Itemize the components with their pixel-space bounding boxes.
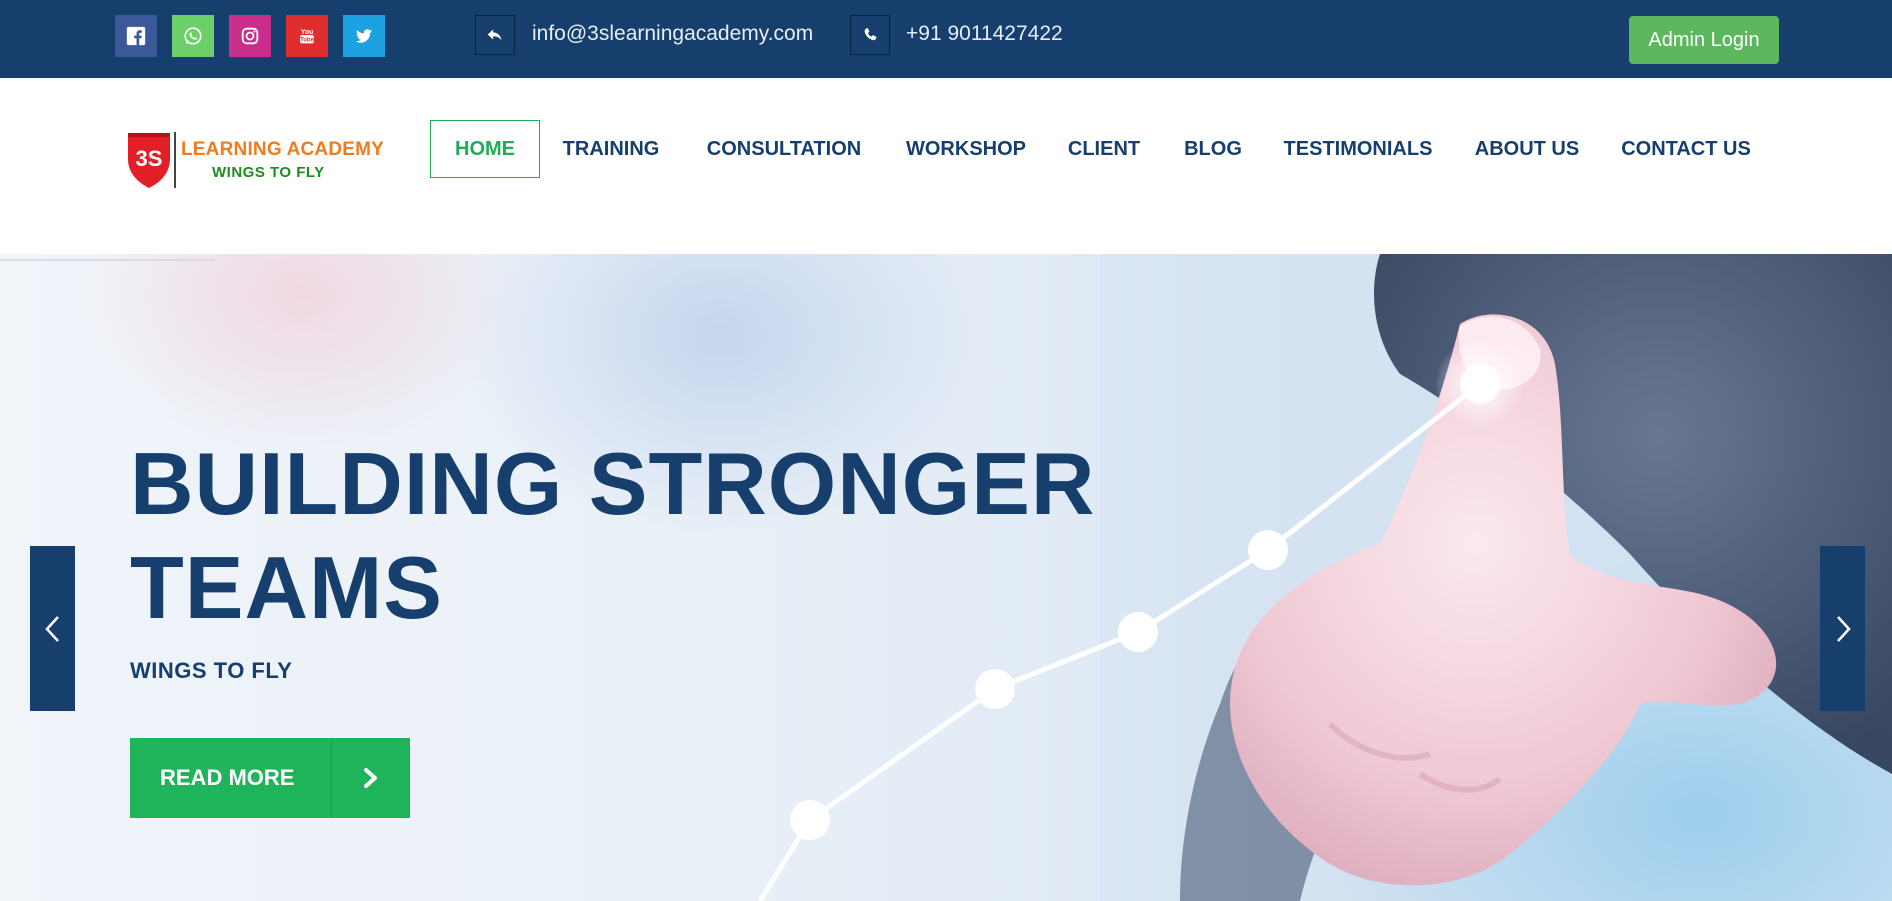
hero-subtitle: WINGS TO FLY: [130, 658, 293, 683]
phone-icon: [850, 15, 890, 55]
nav-blog[interactable]: BLOG: [1178, 120, 1248, 178]
nav-home[interactable]: HOME: [430, 120, 540, 178]
hero-title-line-2: TEAMS: [130, 538, 443, 637]
email-link[interactable]: info@3slearningacademy.com: [532, 22, 813, 46]
nav-training[interactable]: TRAINING: [556, 120, 666, 178]
reply-icon: [475, 15, 515, 55]
slider-prev-button[interactable]: [30, 546, 75, 711]
chevron-left-icon: [44, 615, 59, 642]
svg-text:3S: 3S: [136, 146, 163, 171]
nav-consultation[interactable]: CONSULTATION: [700, 120, 868, 178]
twitter-icon[interactable]: [343, 15, 385, 57]
top-bar: You Tube info@3slearningacademy.com +91 9…: [0, 0, 1892, 78]
logo-title: LEARNING ACADEMY: [181, 139, 385, 160]
admin-login-button[interactable]: Admin Login: [1629, 16, 1779, 64]
facebook-icon[interactable]: [115, 15, 157, 57]
logo-shield-icon: 3S: [128, 133, 170, 188]
hero-title: BUILDING STRONGER TEAMS: [130, 432, 1130, 640]
chevron-right-icon: [332, 738, 410, 818]
site-logo[interactable]: 3S LEARNING ACADEMY WINGS TO FLY: [124, 130, 384, 192]
youtube-icon[interactable]: You Tube: [286, 15, 328, 57]
whatsapp-icon[interactable]: [172, 15, 214, 57]
header-divider: [0, 259, 215, 261]
nav-testimonials[interactable]: TESTIMONIALS: [1280, 120, 1436, 178]
hero-title-line-1: BUILDING STRONGER: [130, 434, 1096, 533]
hero-slider: BUILDING STRONGER TEAMS WINGS TO FLY REA…: [0, 254, 1892, 901]
nav-client[interactable]: CLIENT: [1062, 120, 1146, 178]
nav-about-us[interactable]: ABOUT US: [1468, 120, 1586, 178]
read-more-label: READ MORE: [130, 738, 332, 818]
nav-contact-us[interactable]: CONTACT US: [1616, 120, 1756, 178]
chevron-right-icon: [1836, 615, 1851, 642]
svg-text:Tube: Tube: [300, 38, 314, 44]
read-more-button[interactable]: READ MORE: [130, 738, 410, 818]
slider-next-button[interactable]: [1820, 546, 1865, 711]
logo-divider: [174, 132, 176, 188]
logo-tagline: WINGS TO FLY: [212, 164, 325, 181]
instagram-icon[interactable]: [229, 15, 271, 57]
phone-link[interactable]: +91 9011427422: [906, 22, 1063, 46]
nav-workshop[interactable]: WORKSHOP: [900, 120, 1032, 178]
